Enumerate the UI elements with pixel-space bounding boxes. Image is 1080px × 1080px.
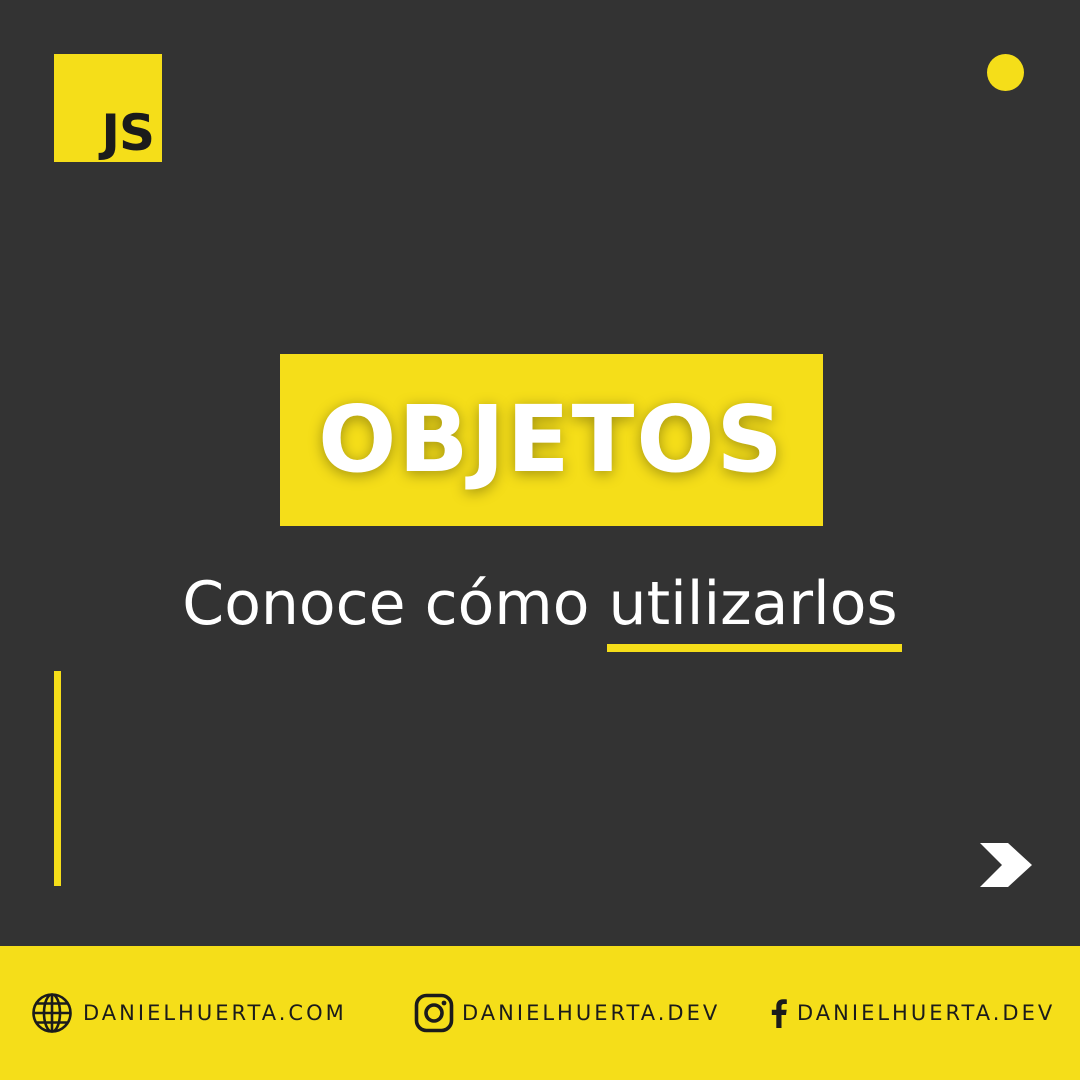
decorative-vertical-bar — [54, 671, 61, 886]
accent-dot — [987, 54, 1024, 91]
instagram-link[interactable]: DANIELHUERTA.DEV — [414, 946, 720, 1080]
globe-icon — [32, 993, 72, 1033]
facebook-label: DANIELHUERTA.DEV — [797, 1001, 1056, 1025]
next-arrow-icon[interactable] — [978, 843, 1032, 887]
slide: JS OBJETOS Conoce cómo utilizarlos DANIE… — [0, 0, 1080, 1080]
title-box: OBJETOS — [280, 354, 823, 526]
subtitle-highlight-wrap: utilizarlos — [606, 568, 902, 652]
page-title: OBJETOS — [318, 386, 785, 493]
subtitle-highlight: utilizarlos — [608, 569, 898, 639]
js-logo: JS — [54, 54, 162, 162]
subtitle: Conoce cómo utilizarlos — [0, 568, 1080, 652]
instagram-label: DANIELHUERTA.DEV — [462, 1001, 721, 1025]
facebook-link[interactable]: DANIELHUERTA.DEV — [767, 946, 1055, 1080]
subtitle-prefix: Conoce cómo — [182, 569, 590, 639]
js-logo-text: JS — [101, 104, 155, 162]
facebook-icon — [771, 999, 787, 1028]
website-link[interactable]: DANIELHUERTA.COM — [31, 946, 347, 1080]
instagram-icon — [414, 993, 454, 1033]
highlight-underline — [606, 644, 902, 652]
footer: DANIELHUERTA.COM DANIELHUERTA.DEV DANIEL… — [0, 946, 1080, 1080]
website-label: DANIELHUERTA.COM — [83, 1001, 347, 1025]
